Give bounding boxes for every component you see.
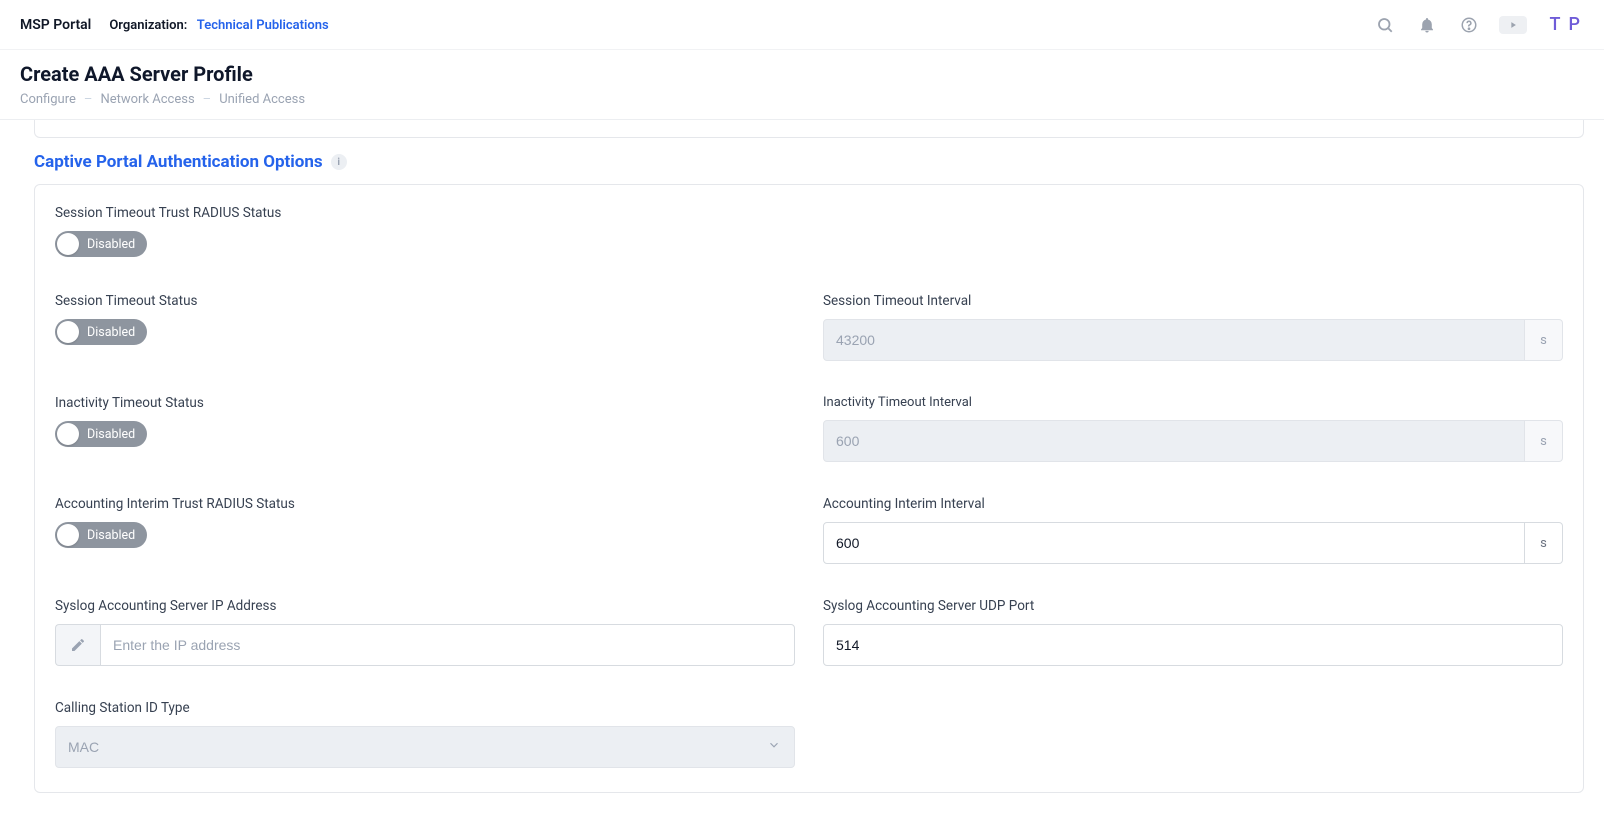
toggle-knob bbox=[57, 321, 79, 343]
field-syslog-port: Syslog Accounting Server UDP Port bbox=[823, 598, 1563, 666]
select-calling-station-id-type[interactable] bbox=[55, 726, 795, 768]
topbar-right: T P bbox=[1373, 12, 1586, 37]
pencil-icon[interactable] bbox=[55, 624, 100, 666]
breadcrumb-item[interactable]: Configure bbox=[20, 92, 76, 107]
field-session-timeout-trust-radius: Session Timeout Trust RADIUS Status Disa… bbox=[55, 205, 1563, 259]
toggle-inactivity-timeout-status[interactable]: Disabled bbox=[55, 421, 147, 447]
toggle-state: Disabled bbox=[87, 528, 135, 543]
main-content: Captive Portal Authentication Options i … bbox=[0, 120, 1604, 833]
field-calling-station-id-type: Calling Station ID Type bbox=[55, 700, 795, 768]
input-inactivity-timeout-interval[interactable] bbox=[823, 420, 1525, 462]
org-switcher[interactable]: Organization: Technical Publications bbox=[109, 17, 328, 33]
field-label: Session Timeout Interval bbox=[823, 293, 1563, 309]
organization-label: Organization: bbox=[109, 18, 187, 33]
unit-seconds: s bbox=[1525, 522, 1563, 564]
page-header: Create AAA Server Profile Configure – Ne… bbox=[0, 50, 1604, 120]
previous-section-card-bottom bbox=[34, 120, 1584, 138]
user-avatar[interactable]: T P bbox=[1545, 12, 1586, 37]
toggle-state: Disabled bbox=[87, 237, 135, 252]
toggle-accounting-interim-trust-radius[interactable]: Disabled bbox=[55, 522, 147, 548]
toggle-knob bbox=[57, 423, 79, 445]
toggle-session-timeout-status[interactable]: Disabled bbox=[55, 319, 147, 345]
field-inactivity-timeout-interval: Inactivity Timeout Interval s bbox=[823, 395, 1563, 462]
toggle-session-timeout-trust-radius[interactable]: Disabled bbox=[55, 231, 147, 257]
topbar-left: MSP Portal Organization: Technical Publi… bbox=[20, 17, 329, 33]
field-label: Inactivity Timeout Interval bbox=[823, 395, 1563, 410]
unit-seconds: s bbox=[1525, 420, 1563, 462]
field-label: Session Timeout Status bbox=[55, 293, 795, 309]
toggle-state: Disabled bbox=[87, 427, 135, 442]
input-syslog-port[interactable] bbox=[823, 624, 1563, 666]
page-title: Create AAA Server Profile bbox=[20, 62, 1584, 86]
empty-cell bbox=[823, 700, 1563, 768]
field-accounting-interim-interval: Accounting Interim Interval s bbox=[823, 496, 1563, 564]
field-label: Session Timeout Trust RADIUS Status bbox=[55, 205, 1563, 221]
breadcrumb-sep: – bbox=[203, 92, 212, 107]
toggle-knob bbox=[57, 233, 79, 255]
field-syslog-ip: Syslog Accounting Server IP Address bbox=[55, 598, 795, 666]
organization-link[interactable]: Technical Publications bbox=[197, 18, 329, 33]
msp-portal-label[interactable]: MSP Portal bbox=[20, 17, 91, 33]
breadcrumb-item[interactable]: Unified Access bbox=[219, 92, 305, 107]
field-label: Accounting Interim Interval bbox=[823, 496, 1563, 512]
input-session-timeout-interval[interactable] bbox=[823, 319, 1525, 361]
play-chip-icon[interactable] bbox=[1499, 16, 1527, 34]
input-accounting-interim-interval[interactable] bbox=[823, 522, 1525, 564]
breadcrumb-item[interactable]: Network Access bbox=[100, 92, 194, 107]
field-session-timeout-status: Session Timeout Status Disabled bbox=[55, 293, 795, 361]
toggle-state: Disabled bbox=[87, 325, 135, 340]
bell-icon[interactable] bbox=[1415, 13, 1439, 37]
field-label: Inactivity Timeout Status bbox=[55, 395, 795, 411]
info-icon[interactable]: i bbox=[331, 154, 347, 170]
breadcrumb: Configure – Network Access – Unified Acc… bbox=[20, 92, 1584, 107]
help-icon[interactable] bbox=[1457, 13, 1481, 37]
section-title-row: Captive Portal Authentication Options i bbox=[34, 152, 1584, 172]
captive-portal-card: Session Timeout Trust RADIUS Status Disa… bbox=[34, 184, 1584, 793]
field-inactivity-timeout-status: Inactivity Timeout Status Disabled bbox=[55, 395, 795, 462]
field-label: Calling Station ID Type bbox=[55, 700, 795, 716]
field-label: Syslog Accounting Server UDP Port bbox=[823, 598, 1563, 614]
field-label: Syslog Accounting Server IP Address bbox=[55, 598, 795, 614]
topbar: MSP Portal Organization: Technical Publi… bbox=[0, 0, 1604, 50]
field-session-timeout-interval: Session Timeout Interval s bbox=[823, 293, 1563, 361]
field-accounting-interim-trust-radius: Accounting Interim Trust RADIUS Status D… bbox=[55, 496, 795, 564]
breadcrumb-sep: – bbox=[84, 92, 93, 107]
unit-seconds: s bbox=[1525, 319, 1563, 361]
field-label: Accounting Interim Trust RADIUS Status bbox=[55, 496, 795, 512]
search-icon[interactable] bbox=[1373, 13, 1397, 37]
toggle-knob bbox=[57, 524, 79, 546]
input-syslog-ip[interactable] bbox=[100, 624, 795, 666]
section-title: Captive Portal Authentication Options bbox=[34, 152, 323, 172]
